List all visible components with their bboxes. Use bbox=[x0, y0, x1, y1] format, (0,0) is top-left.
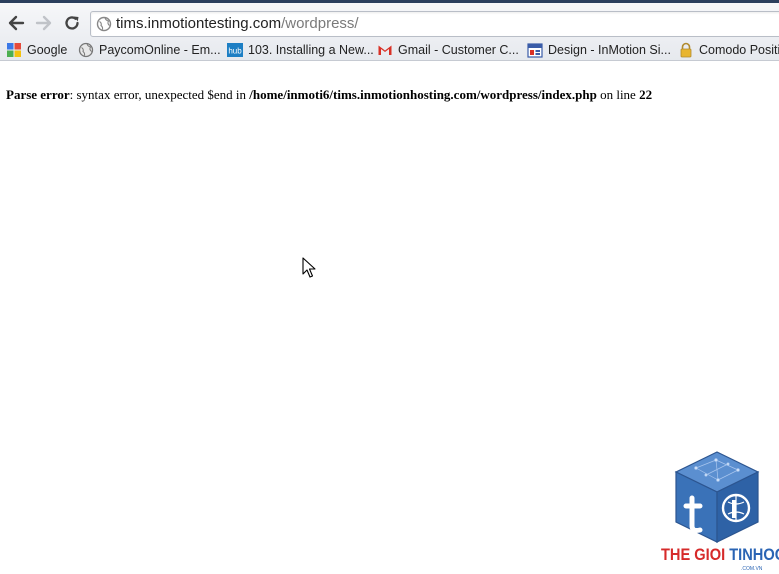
lock-icon bbox=[678, 42, 694, 58]
bookmark-label: Google bbox=[27, 43, 68, 57]
watermark-subtext: .COM.VN bbox=[741, 566, 763, 572]
error-file-path: /home/inmoti6/tims.inmotionhosting.com/w… bbox=[249, 87, 597, 102]
bookmark-label: Comodo Positi bbox=[699, 43, 779, 57]
page-globe-icon bbox=[96, 16, 112, 32]
bookmarks-bar: Google PaycomOnline - Em... hub 103. Ins… bbox=[0, 39, 779, 61]
error-line-number: 22 bbox=[639, 87, 653, 102]
hub-icon: hub bbox=[227, 42, 243, 58]
bookmark-google[interactable]: Google bbox=[6, 41, 67, 59]
bookmark-comodo[interactable]: Comodo Positi bbox=[678, 41, 779, 59]
google-icon bbox=[6, 42, 22, 58]
back-arrow-icon bbox=[8, 15, 25, 31]
back-button[interactable] bbox=[5, 12, 27, 34]
watermark-word-blue: TINHOC bbox=[729, 545, 779, 564]
watermark-text: THE GIOI TINHOC bbox=[661, 545, 779, 565]
bookmark-label: PaycomOnline - Em... bbox=[99, 43, 221, 57]
forward-button[interactable] bbox=[33, 12, 55, 34]
forward-arrow-icon bbox=[35, 15, 52, 31]
reload-icon bbox=[65, 16, 79, 30]
error-label: Parse error bbox=[6, 87, 70, 102]
url-path: /wordpress/ bbox=[281, 15, 359, 32]
calendar-icon bbox=[527, 42, 543, 58]
browser-toolbar: tims.inmotiontesting.com/wordpress/ bbox=[0, 3, 779, 39]
bookmark-label: 103. Installing a New... bbox=[248, 43, 374, 57]
address-bar[interactable]: tims.inmotiontesting.com/wordpress/ bbox=[90, 11, 779, 37]
bookmark-gmail[interactable]: Gmail - Customer C... bbox=[377, 41, 519, 59]
error-text: : syntax error, unexpected $end in bbox=[69, 87, 250, 102]
address-url: tims.inmotiontesting.com/wordpress/ bbox=[116, 15, 359, 32]
url-host: tims.inmotiontesting.com bbox=[116, 15, 282, 32]
bookmark-design[interactable]: Design - InMotion Si... bbox=[527, 41, 671, 59]
bookmark-paycom[interactable]: PaycomOnline - Em... bbox=[78, 41, 221, 59]
bookmark-installing[interactable]: hub 103. Installing a New... bbox=[227, 41, 374, 59]
parse-error-message: Parse error: syntax error, unexpected $e… bbox=[6, 87, 652, 103]
error-on-line: on line bbox=[596, 87, 640, 102]
watermark-word-red: THE GIOI bbox=[661, 545, 726, 564]
mouse-cursor-icon bbox=[302, 257, 316, 278]
bookmark-label: Design - InMotion Si... bbox=[548, 43, 671, 57]
gmail-icon bbox=[377, 42, 393, 58]
bookmark-label: Gmail - Customer C... bbox=[398, 43, 519, 57]
globe-icon bbox=[78, 42, 94, 58]
reload-button[interactable] bbox=[61, 12, 83, 34]
hub-icon-text: hub bbox=[228, 47, 242, 56]
